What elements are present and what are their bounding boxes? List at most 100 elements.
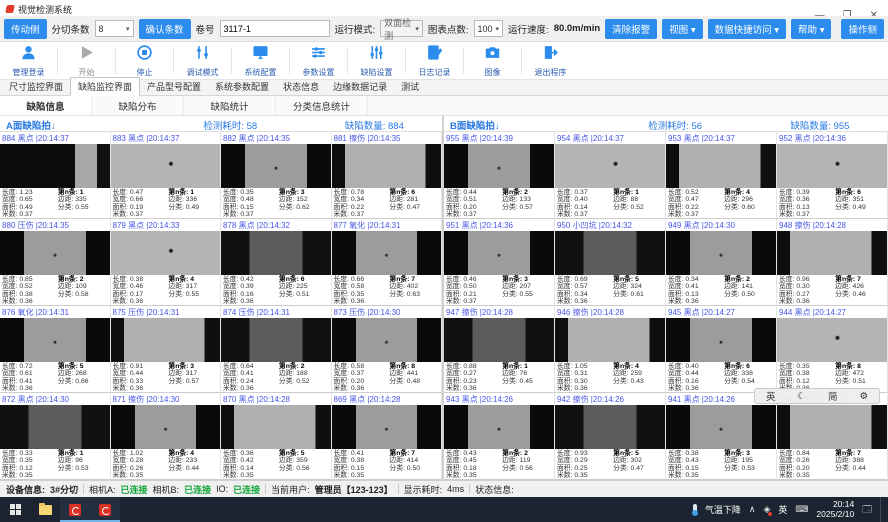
defect-image[interactable]	[444, 318, 554, 363]
defect-image[interactable]	[444, 231, 554, 276]
defect-image[interactable]	[777, 405, 887, 450]
defect-image[interactable]	[777, 318, 887, 363]
weather-text[interactable]: 气温下降	[705, 503, 741, 516]
main-tab-2[interactable]: 产品型号配置	[140, 78, 208, 95]
defect-image[interactable]	[221, 405, 331, 450]
main-tab-1[interactable]: 缺陷监控界面	[70, 77, 140, 96]
action-stop-button[interactable]: 停止	[116, 44, 173, 78]
roll-number-input[interactable]	[220, 20, 330, 37]
chart-points-select[interactable]: 100 ▾	[474, 20, 504, 37]
defect-cell[interactable]: 874 压伤 |20:14:31长度: 0.64宽度: 0.41面积: 0.24…	[221, 306, 332, 393]
main-tab-4[interactable]: 状态信息	[276, 78, 326, 95]
defect-image[interactable]	[444, 144, 554, 189]
action-params-sliders-button[interactable]: 参数设置	[290, 44, 347, 78]
action-center-icon[interactable]: 🗔	[862, 502, 872, 518]
defect-cell[interactable]: 951 黑点 |20:14:36长度: 0.46宽度: 0.50面积: 0.21…	[444, 219, 555, 306]
defect-cell[interactable]: 940 擦伤 |20:14:26长度: 0.84宽度: 0.26面积: 0.20…	[777, 393, 888, 480]
defect-cell[interactable]: 942 擦伤 |20:14:26长度: 0.93宽度: 0.29面积: 0.25…	[555, 393, 666, 480]
defect-image[interactable]	[0, 144, 110, 189]
defect-cell[interactable]: 952 黑点 |20:14:36长度: 0.39宽度: 0.36面积: 0.13…	[777, 132, 888, 219]
defect-cell[interactable]: 872 黑点 |20:14:30长度: 0.33宽度: 0.35面积: 0.12…	[0, 393, 111, 480]
sub-tab-1[interactable]: 缺陷分布	[92, 96, 184, 115]
defect-cell[interactable]: 877 氧化 |20:14:31长度: 0.66宽度: 0.58面积: 0.35…	[332, 219, 443, 306]
defect-cell[interactable]: 941 黑点 |20:14:26长度: 0.38宽度: 0.43面积: 0.15…	[666, 393, 777, 480]
slit-count-select[interactable]: 8 ▾	[95, 20, 134, 37]
defect-image[interactable]	[444, 405, 554, 450]
defect-image[interactable]	[111, 318, 221, 363]
defect-cell[interactable]: 944 黑点 |20:14:27长度: 0.35宽度: 0.38面积: 0.12…	[777, 306, 888, 393]
lang-zh-button[interactable]: 简	[828, 389, 838, 403]
defect-image[interactable]	[666, 144, 776, 189]
defect-cell[interactable]: 878 黑点 |20:14:32长度: 0.42宽度: 0.39面积: 0.16…	[221, 219, 332, 306]
defect-image[interactable]	[332, 231, 442, 276]
defect-cell[interactable]: 869 黑点 |20:14:28长度: 0.41宽度: 0.38面积: 0.15…	[332, 393, 443, 480]
defect-image[interactable]	[555, 318, 665, 363]
file-explorer-button[interactable]	[30, 497, 60, 522]
defect-image[interactable]	[332, 318, 442, 363]
action-defect-sliders-button[interactable]: 缺陷设置	[348, 44, 405, 78]
sub-tab-2[interactable]: 缺陷统计	[184, 96, 276, 115]
drive-side-button[interactable]: 传动侧	[4, 19, 47, 39]
clock[interactable]: 20:14 2025/2/10	[816, 500, 854, 519]
defect-cell[interactable]: 879 黑点 |20:14:33长度: 0.38宽度: 0.46面积: 0.17…	[111, 219, 222, 306]
data-quick-access-button[interactable]: 数据快捷访问 ▾	[708, 19, 786, 39]
show-desktop-button[interactable]	[880, 497, 884, 522]
lang-en-button[interactable]: 英	[766, 389, 776, 403]
main-tab-0[interactable]: 尺寸监控界面	[2, 78, 70, 95]
defect-image[interactable]	[666, 405, 776, 450]
defect-cell[interactable]: 884 黑点 |20:14:37长度: 1.23宽度: 0.65面积: 0.49…	[0, 132, 111, 219]
operator-side-button[interactable]: 操作侧	[841, 19, 884, 39]
main-tab-6[interactable]: 测试	[394, 78, 426, 95]
defect-cell[interactable]: 883 黑点 |20:14:37长度: 0.47宽度: 0.66面积: 0.19…	[111, 132, 222, 219]
defect-cell[interactable]: 946 擦伤 |20:14:28长度: 1.05宽度: 0.31面积: 0.30…	[555, 306, 666, 393]
defect-image[interactable]	[666, 318, 776, 363]
defect-cell[interactable]: 870 黑点 |20:14:28长度: 0.36宽度: 0.42面积: 0.14…	[221, 393, 332, 480]
defect-image[interactable]	[0, 318, 110, 363]
action-play-button[interactable]: 开始	[58, 44, 115, 78]
defect-cell[interactable]: 950 小凹坑 |20:14:32长度: 0.69宽度: 0.57面积: 0.3…	[555, 219, 666, 306]
app-task-button-1[interactable]	[60, 497, 90, 522]
defect-image[interactable]	[0, 405, 110, 450]
defect-cell[interactable]: 882 黑点 |20:14:35长度: 0.35宽度: 0.48面积: 0.15…	[221, 132, 332, 219]
defect-cell[interactable]: 880 压伤 |20:14:35长度: 0.85宽度: 0.52面积: 0.38…	[0, 219, 111, 306]
defect-cell[interactable]: 945 黑点 |20:14:27长度: 0.40宽度: 0.44面积: 0.16…	[666, 306, 777, 393]
app-task-button-2[interactable]	[90, 497, 120, 522]
action-debug-sliders-button[interactable]: 调试模式	[174, 44, 231, 78]
view-menu-button[interactable]: 视图 ▾	[662, 19, 702, 39]
defect-cell[interactable]: 955 黑点 |20:14:39长度: 0.44宽度: 0.51面积: 0.20…	[444, 132, 555, 219]
defect-image[interactable]	[221, 144, 331, 189]
defect-image[interactable]	[221, 318, 331, 363]
action-monitor-button[interactable]: 系统配置	[232, 44, 289, 78]
defect-cell[interactable]: 953 黑点 |20:14:37长度: 0.52宽度: 0.47面积: 0.22…	[666, 132, 777, 219]
defect-image[interactable]	[666, 231, 776, 276]
thermometer-icon[interactable]	[693, 504, 697, 515]
sub-tab-3[interactable]: 分类信息统计	[276, 96, 368, 115]
defect-cell[interactable]: 948 擦伤 |20:14:28长度: 0.96宽度: 0.30面积: 0.27…	[777, 219, 888, 306]
defect-image[interactable]	[555, 405, 665, 450]
main-tab-3[interactable]: 系统参数配置	[208, 78, 276, 95]
tray-chevron-up-icon[interactable]: ∧	[749, 504, 756, 515]
defect-image[interactable]	[555, 144, 665, 189]
defect-image[interactable]	[555, 231, 665, 276]
defect-image[interactable]	[777, 231, 887, 276]
defect-cell[interactable]: 871 擦伤 |20:14:30长度: 1.02宽度: 0.28面积: 0.26…	[111, 393, 222, 480]
dark-mode-moon-icon[interactable]: ☾	[797, 391, 806, 402]
defect-cell[interactable]: 954 黑点 |20:14:37长度: 0.37宽度: 0.40面积: 0.14…	[555, 132, 666, 219]
network-icon[interactable]: ◈	[763, 504, 770, 515]
defect-cell[interactable]: 949 黑点 |20:14:30长度: 0.34宽度: 0.41面积: 0.13…	[666, 219, 777, 306]
defect-cell[interactable]: 881 擦伤 |20:14:35长度: 0.78宽度: 0.34面积: 0.22…	[332, 132, 443, 219]
defect-image[interactable]	[111, 405, 221, 450]
defect-image[interactable]	[332, 144, 442, 189]
clear-alarm-button[interactable]: 清除报警	[605, 19, 657, 39]
main-tab-5[interactable]: 边缘数据记录	[326, 78, 394, 95]
start-button[interactable]	[0, 497, 30, 522]
defect-cell[interactable]: 875 压伤 |20:14:31长度: 0.91宽度: 0.44面积: 0.33…	[111, 306, 222, 393]
sub-tab-0[interactable]: 缺陷信息	[0, 96, 92, 115]
defect-image[interactable]	[0, 231, 110, 276]
help-menu-button[interactable]: 帮助 ▾	[791, 19, 831, 39]
defect-image[interactable]	[777, 144, 887, 189]
action-log-button[interactable]: 日志记录	[406, 44, 463, 78]
settings-gear-icon[interactable]: ⚙	[859, 391, 868, 402]
keyboard-icon[interactable]: ⌨	[795, 504, 808, 515]
action-user-button[interactable]: 管理登录	[0, 44, 57, 78]
